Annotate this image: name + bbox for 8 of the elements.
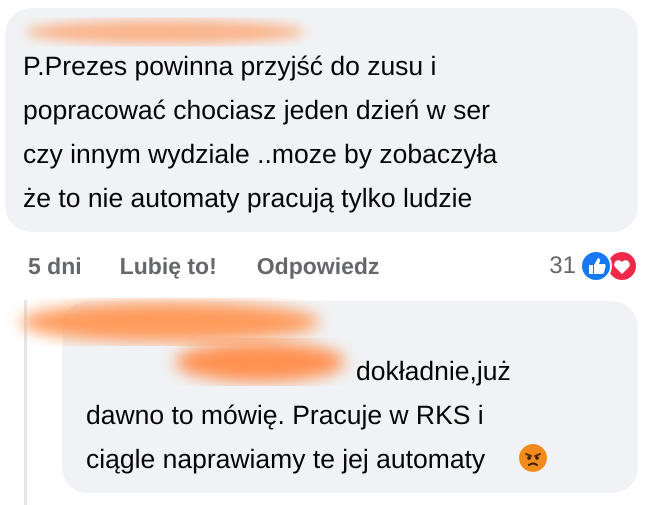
like-link[interactable]: Lubię to!	[120, 252, 217, 280]
comment-text: dokładnie,już dawno to mówię. Pracuje w RKS i ciągle naprawiamy te jej automaty	[86, 355, 511, 476]
reply-link[interactable]: Odpowiedz	[256, 252, 380, 280]
reaction-count: 31	[549, 252, 576, 280]
reaction-icons	[580, 250, 638, 282]
angry-emoji-icon	[518, 444, 547, 472]
comment-time[interactable]: 5 dni	[28, 252, 82, 280]
comment-text: P.Prezes powinna przyjść do zusu i popracować chociasz jeden dzień w ser czy innym wydziale ..moze by zobaczyła że to nie automaty pracują tylko ludzie	[23, 51, 498, 213]
